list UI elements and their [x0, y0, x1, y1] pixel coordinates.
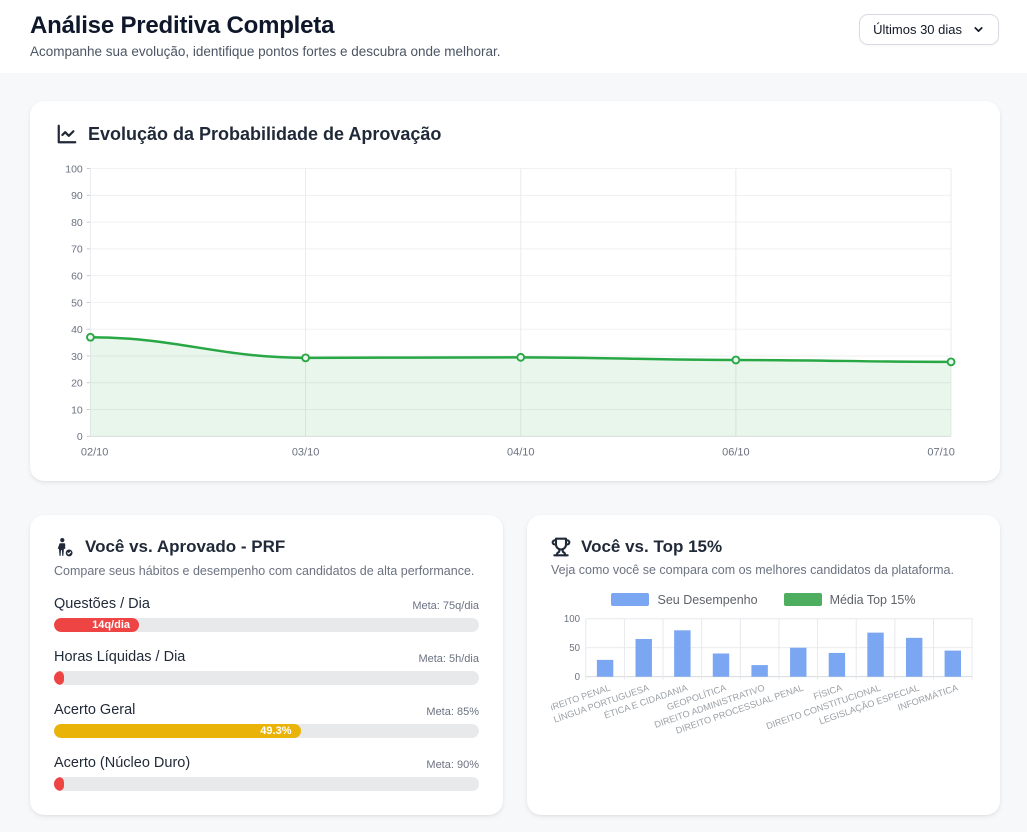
- person-goal-icon: [54, 537, 75, 558]
- period-select-value: Últimos 30 dias: [873, 22, 962, 37]
- evolution-card-title: Evolução da Probabilidade de Aprovação: [88, 124, 441, 145]
- vs-aprovado-card: Você vs. Aprovado - PRF Compare seus háb…: [30, 515, 503, 815]
- metric-label: Acerto Geral: [54, 702, 135, 718]
- metric-meta: Meta: 75q/dia: [412, 600, 479, 612]
- svg-text:20: 20: [71, 378, 83, 390]
- progress-track: 14q/dia: [54, 618, 479, 632]
- progress-track: [54, 777, 479, 791]
- page-subtitle: Acompanhe sua evolução, identifique pont…: [30, 44, 501, 59]
- progress-track: 49.3%: [54, 724, 479, 738]
- metric-label: Questões / Dia: [54, 596, 150, 612]
- svg-text:50: 50: [569, 643, 580, 654]
- metric-meta: Meta: 85%: [426, 706, 479, 718]
- svg-text:80: 80: [71, 217, 83, 229]
- period-select[interactable]: Últimos 30 dias: [859, 14, 999, 45]
- metric-horas-liquidas: Horas Líquidas / Dia Meta: 5h/dia: [54, 649, 479, 685]
- metric-questoes-dia: Questões / Dia Meta: 75q/dia 14q/dia: [54, 596, 479, 632]
- svg-text:70: 70: [71, 244, 83, 256]
- vs-top15-card: Você vs. Top 15% Veja como você se compa…: [527, 515, 1000, 815]
- legend-label: Seu Desempenho: [657, 593, 757, 607]
- svg-text:50: 50: [71, 297, 83, 309]
- line-chart-icon: [56, 123, 78, 145]
- progress-fill: 14q/dia: [54, 618, 139, 632]
- svg-text:30: 30: [71, 351, 83, 363]
- progress-fill: 49.3%: [54, 724, 301, 738]
- trophy-icon: [551, 537, 571, 557]
- metric-label: Horas Líquidas / Dia: [54, 649, 185, 665]
- metric-acerto-geral: Acerto Geral Meta: 85% 49.3%: [54, 702, 479, 738]
- progress-fill: [54, 671, 64, 685]
- legend-label: Média Top 15%: [830, 593, 916, 607]
- probability-evolution-card: Evolução da Probabilidade de Aprovação 0…: [30, 101, 1000, 481]
- svg-text:100: 100: [564, 614, 580, 625]
- legend-item-media-top15: Média Top 15%: [784, 593, 916, 607]
- chevron-down-icon: [972, 23, 985, 36]
- svg-text:03/10: 03/10: [292, 446, 320, 458]
- vs-aprovado-subtitle: Compare seus hábitos e desempenho com ca…: [54, 564, 479, 578]
- svg-text:07/10: 07/10: [927, 446, 955, 458]
- vs-aprovado-header: Você vs. Aprovado - PRF: [54, 537, 479, 558]
- vs-top15-title: Você vs. Top 15%: [581, 537, 722, 557]
- vs-top15-header: Você vs. Top 15%: [551, 537, 976, 557]
- main-content: Evolução da Probabilidade de Aprovação 0…: [0, 73, 1027, 815]
- svg-text:0: 0: [575, 672, 580, 683]
- svg-text:10: 10: [71, 404, 83, 416]
- svg-text:60: 60: [71, 270, 83, 282]
- svg-text:04/10: 04/10: [507, 446, 535, 458]
- vs-top15-subtitle: Veja como você se compara com os melhore…: [551, 563, 976, 577]
- legend-swatch-blue: [611, 593, 649, 606]
- evolution-card-header: Evolução da Probabilidade de Aprovação: [56, 123, 974, 145]
- metric-meta: Meta: 90%: [426, 759, 479, 771]
- progress-track: [54, 671, 479, 685]
- top15-bar-chart[interactable]: 050100DIREITO PENALLÍNGUA PORTUGUESAÉTIC…: [551, 611, 976, 747]
- svg-text:40: 40: [71, 324, 83, 336]
- svg-text:06/10: 06/10: [722, 446, 750, 458]
- probability-evolution-chart[interactable]: 0 10 20 30 40 50 60 70 80 90 100 02/10 03/10 04/10 06/…: [56, 159, 974, 467]
- legend-item-seu-desempenho: Seu Desempenho: [611, 593, 757, 607]
- progress-fill: [54, 777, 64, 791]
- metric-label: Acerto (Núcleo Duro): [54, 755, 190, 771]
- metric-acerto-nucleo-duro: Acerto (Núcleo Duro) Meta: 90%: [54, 755, 479, 791]
- legend-swatch-green: [784, 593, 822, 606]
- page-header-text: Análise Preditiva Completa Acompanhe sua…: [30, 12, 501, 59]
- page-title: Análise Preditiva Completa: [30, 12, 501, 40]
- bar-chart-legend: Seu Desempenho Média Top 15%: [551, 593, 976, 607]
- svg-text:90: 90: [71, 190, 83, 202]
- page-header: Análise Preditiva Completa Acompanhe sua…: [0, 0, 1027, 73]
- svg-text:100: 100: [65, 163, 83, 175]
- metric-list: Questões / Dia Meta: 75q/dia 14q/dia Hor…: [54, 596, 479, 791]
- svg-text:02/10: 02/10: [81, 446, 109, 458]
- vs-aprovado-title: Você vs. Aprovado - PRF: [85, 537, 285, 557]
- comparison-row: Você vs. Aprovado - PRF Compare seus háb…: [30, 515, 1000, 815]
- metric-meta: Meta: 5h/dia: [418, 653, 479, 665]
- svg-text:0: 0: [77, 431, 83, 443]
